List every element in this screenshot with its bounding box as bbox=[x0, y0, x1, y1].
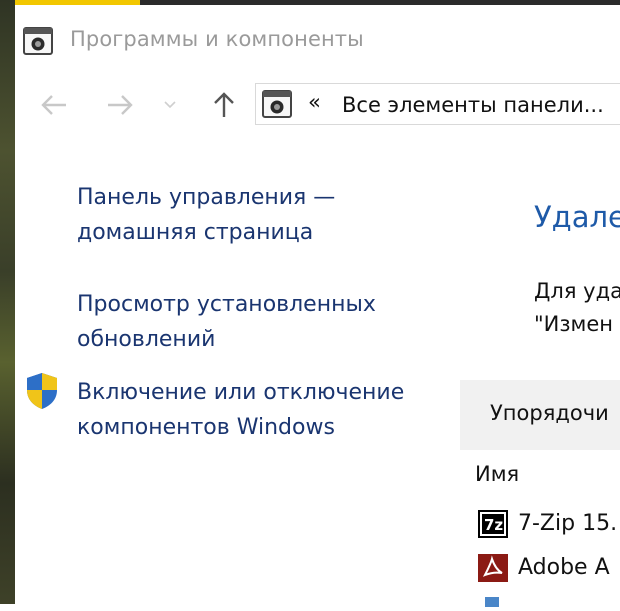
recent-locations-button[interactable] bbox=[157, 88, 183, 122]
page-title: Удале bbox=[534, 200, 620, 234]
sidebar-link-control-panel-home[interactable]: Панель управления — домашняя страница bbox=[77, 180, 457, 250]
arrow-left-icon bbox=[40, 93, 68, 117]
up-button[interactable] bbox=[207, 88, 241, 122]
program-row-partial[interactable] bbox=[483, 592, 503, 607]
control-panel-icon bbox=[23, 27, 53, 55]
7zip-icon: 7z bbox=[477, 509, 509, 539]
sidebar-link-view-updates[interactable]: Просмотр установленных обновлений bbox=[77, 287, 457, 357]
column-header-name[interactable]: Имя bbox=[475, 462, 519, 486]
address-bar[interactable]: « Все элементы панели... bbox=[255, 83, 620, 125]
app-icon bbox=[485, 597, 499, 607]
chevron-down-icon bbox=[163, 100, 177, 110]
desktop-background bbox=[0, 0, 15, 604]
control-panel-icon bbox=[262, 90, 292, 118]
command-bar: Упорядочи bbox=[460, 380, 620, 450]
breadcrumb-overflow-button[interactable]: « bbox=[308, 90, 321, 114]
program-name: Adobe A bbox=[518, 555, 610, 580]
svg-text:7z: 7z bbox=[484, 516, 503, 534]
window-title: Программы и компоненты bbox=[70, 27, 364, 51]
breadcrumb-all-items[interactable]: Все элементы панели... bbox=[342, 93, 604, 117]
back-button[interactable] bbox=[37, 88, 71, 122]
forward-button[interactable] bbox=[103, 88, 137, 122]
control-panel-window: Программы и компоненты « Все элементы па… bbox=[15, 0, 620, 607]
navigation-bar: « Все элементы панели... bbox=[15, 80, 620, 130]
arrow-up-icon bbox=[212, 91, 236, 119]
adobe-acrobat-icon bbox=[477, 553, 509, 583]
title-bar: Программы и компоненты bbox=[15, 5, 620, 67]
program-name: 7-Zip 15. bbox=[518, 511, 618, 536]
sidebar-link-windows-features[interactable]: Включение или отключение компонентов Win… bbox=[77, 375, 457, 445]
organize-button[interactable]: Упорядочи bbox=[490, 401, 609, 425]
shield-icon bbox=[25, 372, 59, 410]
page-description: Для уда "Измен bbox=[534, 279, 620, 336]
arrow-right-icon bbox=[106, 93, 134, 117]
